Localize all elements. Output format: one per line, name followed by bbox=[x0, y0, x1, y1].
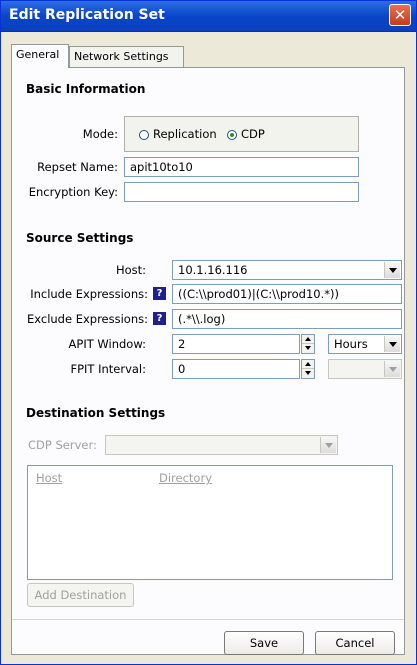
replication-radio-label: Replication bbox=[153, 127, 217, 141]
chevron-down-icon[interactable] bbox=[384, 336, 400, 352]
chevron-down-icon[interactable] bbox=[302, 344, 314, 353]
title-bar[interactable]: Edit Replication Set ✕ bbox=[1, 1, 416, 32]
fpit-interval-input[interactable]: 0 bbox=[172, 359, 300, 379]
exclude-expressions-input[interactable]: (.*\\.log) bbox=[172, 309, 402, 329]
chevron-down-icon bbox=[384, 361, 400, 377]
tab-network-settings[interactable]: Network Settings bbox=[69, 46, 184, 68]
fpit-unit-dropdown bbox=[328, 359, 402, 379]
source-settings-heading: Source Settings bbox=[26, 231, 134, 245]
help-icon[interactable]: ? bbox=[153, 287, 166, 300]
chevron-up-icon[interactable] bbox=[302, 360, 314, 369]
cdp-radio[interactable] bbox=[227, 130, 237, 140]
apit-window-spinner[interactable] bbox=[301, 334, 315, 354]
close-icon[interactable]: ✕ bbox=[389, 4, 411, 26]
apit-window-label: APIT Window: bbox=[68, 337, 146, 351]
cdp-radio-label: CDP bbox=[241, 127, 265, 141]
add-destination-button[interactable]: Add Destination bbox=[27, 583, 134, 607]
include-expressions-input[interactable]: ((C:\\prod01)|(C:\\prod10.*)) bbox=[172, 284, 402, 304]
host-dropdown-value: 10.1.16.116 bbox=[178, 263, 248, 277]
cdp-server-dropdown bbox=[105, 435, 338, 455]
column-header-host[interactable]: Host bbox=[36, 471, 62, 485]
dialog-title: Edit Replication Set bbox=[9, 7, 165, 23]
apit-unit-value: Hours bbox=[334, 337, 368, 351]
tab-general[interactable]: General bbox=[11, 44, 69, 68]
chevron-down-icon[interactable] bbox=[384, 262, 400, 278]
mode-radio-group: Replication CDP bbox=[124, 116, 359, 152]
repset-name-label: Repset Name: bbox=[37, 160, 118, 174]
include-expressions-label: Include Expressions: bbox=[30, 287, 148, 301]
host-label: Host: bbox=[115, 263, 146, 277]
fpit-interval-spinner[interactable] bbox=[301, 359, 315, 379]
chevron-down-icon[interactable] bbox=[302, 369, 314, 378]
cancel-button[interactable]: Cancel bbox=[315, 631, 395, 655]
mode-label: Mode: bbox=[82, 127, 118, 141]
dialog-window: Edit Replication Set ✕ General Network S… bbox=[0, 0, 417, 665]
column-header-directory[interactable]: Directory bbox=[159, 471, 212, 485]
destination-settings-heading: Destination Settings bbox=[26, 406, 166, 420]
help-icon[interactable]: ? bbox=[153, 312, 166, 325]
destination-table[interactable]: Host Directory bbox=[27, 465, 393, 580]
exclude-expressions-label: Exclude Expressions: bbox=[27, 312, 148, 326]
general-panel: Basic Information Mode: Replication CDP … bbox=[11, 67, 405, 655]
replication-radio[interactable] bbox=[139, 130, 149, 140]
chevron-up-icon[interactable] bbox=[302, 335, 314, 344]
fpit-interval-label: FPIT Interval: bbox=[70, 362, 146, 376]
save-button[interactable]: Save bbox=[224, 631, 304, 655]
encryption-key-input[interactable] bbox=[124, 182, 359, 202]
chevron-down-icon bbox=[320, 437, 336, 453]
basic-information-heading: Basic Information bbox=[26, 82, 146, 96]
encryption-key-label: Encryption Key: bbox=[28, 185, 118, 199]
footer-divider bbox=[12, 619, 404, 620]
cdp-server-label: CDP Server: bbox=[28, 438, 97, 452]
apit-unit-dropdown[interactable]: Hours bbox=[328, 334, 402, 354]
apit-window-input[interactable]: 2 bbox=[172, 334, 300, 354]
repset-name-input[interactable]: apit10to10 bbox=[124, 157, 359, 177]
host-dropdown[interactable]: 10.1.16.116 bbox=[172, 260, 402, 280]
